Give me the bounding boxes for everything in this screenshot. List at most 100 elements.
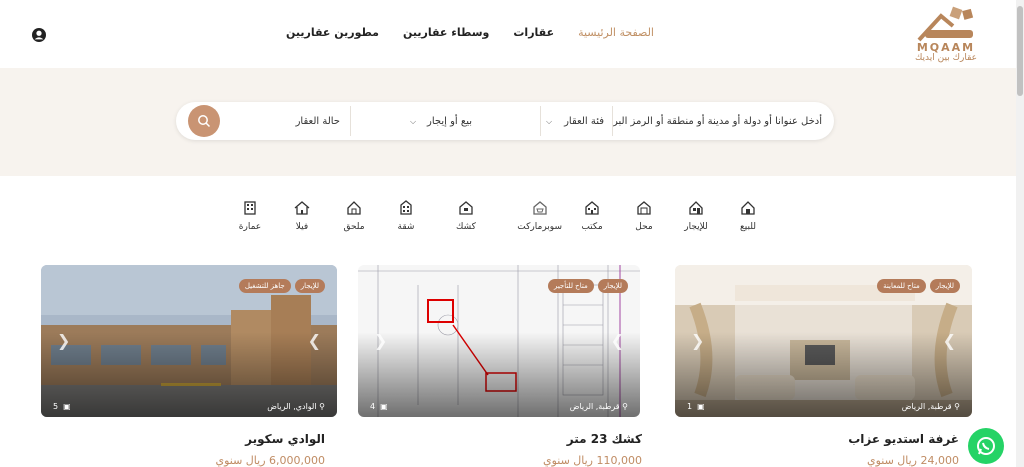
listing-price: 110,000 ريال سنوي — [542, 454, 642, 467]
category-label: للإيجار — [684, 222, 708, 232]
status-badge: جاهز للتشغيل — [238, 279, 291, 293]
category-sale[interactable]: للبيع — [726, 200, 770, 232]
address-placeholder: أدخل عنوانا أو دولة أو مدينة أو منطقة أو… — [613, 115, 822, 127]
next-photo-arrow-icon[interactable]: ❯ — [308, 331, 321, 350]
category-label: للبيع — [740, 222, 756, 232]
logo-latin-text: MQAAM — [916, 41, 976, 54]
location-text: قرطبة, الرياض — [901, 402, 952, 411]
supermarket-icon — [533, 201, 547, 215]
kiosk-icon — [459, 201, 473, 215]
office-icon — [585, 201, 599, 215]
house-sale-icon — [741, 201, 755, 215]
category-annex[interactable]: ملحق — [332, 200, 376, 232]
nav-home[interactable]: الصفحة الرئيسية — [578, 26, 654, 39]
annex-icon — [347, 201, 361, 215]
status-badge: متاح للتأجير — [547, 279, 594, 293]
sale-type-label: بيع أو إيجار — [427, 115, 472, 127]
category-shop[interactable]: محل — [622, 200, 666, 232]
status-badge: للإيجار — [294, 279, 325, 293]
photo-count-text: 4 — [370, 402, 376, 411]
search-button[interactable] — [188, 105, 220, 137]
map-pin-icon: ⚲ — [954, 402, 960, 411]
category-label: كشك — [456, 222, 476, 232]
sale-type-select[interactable]: بيع أو إيجار ⌵ — [350, 102, 540, 140]
category-rent[interactable]: للإيجار — [674, 200, 718, 232]
shop-icon — [637, 201, 651, 215]
chevron-down-icon: ⌵ — [410, 117, 417, 126]
next-photo-arrow-icon[interactable]: ❯ — [943, 331, 956, 350]
category-label: ملحق — [343, 222, 365, 232]
apartment-icon — [400, 200, 412, 215]
search-bar: أدخل عنوانا أو دولة أو مدينة أو منطقة أو… — [176, 102, 834, 140]
search-divider — [612, 106, 613, 136]
photo-count-text: 1 — [687, 402, 693, 411]
listing-title[interactable]: كشك 23 متر — [567, 432, 642, 446]
prev-photo-arrow-icon[interactable]: ❮ — [691, 331, 704, 350]
listing-card[interactable]: للإيجار متاح للتأجير ❮ ❯ ⚲ قرطبة, الرياض… — [358, 265, 640, 417]
camera-icon: ▣ — [697, 402, 705, 411]
map-pin-icon: ⚲ — [319, 402, 325, 411]
status-select-label: حالة العقار — [295, 115, 340, 127]
house-rent-icon — [689, 201, 703, 215]
category-kiosk[interactable]: كشك — [444, 200, 488, 232]
photo-count: ▣ 1 — [687, 402, 705, 411]
photo-count: ▣ 5 — [53, 402, 71, 411]
search-divider — [350, 106, 351, 136]
search-divider — [540, 106, 541, 136]
scrollbar-thumb[interactable] — [1017, 6, 1023, 96]
category-office[interactable]: مكتب — [570, 200, 614, 232]
main-nav: الصفحة الرئيسية عقارات وسطاء عقاريين مطو… — [286, 26, 654, 39]
status-badge: متاح للمعاينة — [877, 279, 926, 293]
logo-tagline: عقارك بين ايديك — [914, 53, 978, 63]
search-icon — [198, 115, 211, 128]
category-select[interactable]: فئة العقار ⌵ — [540, 102, 612, 140]
listing-badges: للإيجار متاح للتأجير — [547, 279, 628, 293]
photo-count: ▣ 4 — [370, 402, 388, 411]
camera-icon: ▣ — [380, 402, 388, 411]
location-text: الوادي, الرياض — [267, 402, 317, 411]
status-badge: للإيجار — [929, 279, 960, 293]
listing-card[interactable]: للإيجار متاح للمعاينة ❮ ❯ ⚲ قرطبة, الريا… — [675, 265, 972, 417]
category-label: سوبرماركت — [517, 222, 562, 232]
listing-card[interactable]: للإيجار جاهز للتشغيل ❮ ❯ ⚲ الوادي, الريا… — [41, 265, 337, 417]
nav-brokers[interactable]: وسطاء عقاريين — [403, 26, 489, 39]
next-photo-arrow-icon[interactable]: ❯ — [611, 331, 624, 350]
page-scrollbar[interactable] — [1016, 0, 1024, 467]
category-select-label: فئة العقار — [564, 115, 604, 127]
category-label: شقة — [397, 222, 415, 232]
listing-title[interactable]: غرفة استديو عزاب — [848, 432, 959, 446]
villa-icon — [294, 201, 310, 215]
location-text: قرطبة, الرياض — [569, 402, 620, 411]
nav-properties[interactable]: عقارات — [513, 26, 554, 39]
building-icon — [244, 201, 256, 215]
address-search-input[interactable]: أدخل عنوانا أو دولة أو مدينة أو منطقة أو… — [612, 102, 834, 140]
nav-developers[interactable]: مطورين عقاريين — [286, 26, 379, 39]
listing-location: ⚲ الوادي, الرياض — [267, 402, 325, 411]
user-account-icon[interactable] — [32, 28, 46, 42]
category-label: عمارة — [238, 222, 262, 232]
whatsapp-icon — [977, 437, 995, 455]
listing-badges: للإيجار جاهز للتشغيل — [238, 279, 325, 293]
logo-mark-icon — [917, 6, 974, 42]
whatsapp-button[interactable] — [968, 428, 1004, 464]
chevron-down-icon: ⌵ — [546, 117, 553, 126]
site-logo[interactable]: MQAAM عقارك بين ايديك — [906, 4, 986, 66]
listing-badges: للإيجار متاح للمعاينة — [877, 279, 960, 293]
photo-count-text: 5 — [53, 402, 59, 411]
camera-icon: ▣ — [63, 402, 71, 411]
site-header: MQAAM عقارك بين ايديك الصفحة الرئيسية عق… — [0, 0, 1024, 68]
category-building[interactable]: عمارة — [228, 200, 272, 232]
status-select[interactable]: حالة العقار — [230, 102, 350, 140]
prev-photo-arrow-icon[interactable]: ❮ — [57, 331, 70, 350]
category-villa[interactable]: فيلا — [280, 200, 324, 232]
prev-photo-arrow-icon[interactable]: ❮ — [374, 331, 387, 350]
category-label: مكتب — [581, 222, 603, 232]
listing-title[interactable]: الوادي سكوير — [245, 432, 325, 446]
category-label: محل — [635, 222, 653, 232]
category-label: فيلا — [295, 222, 309, 232]
listing-price: 24,000 ريال سنوي — [866, 454, 959, 467]
map-pin-icon: ⚲ — [622, 402, 628, 411]
status-badge: للإيجار — [597, 279, 628, 293]
category-supermarket[interactable]: سوبرماركت — [517, 200, 562, 232]
category-apartment[interactable]: شقة — [384, 200, 428, 232]
